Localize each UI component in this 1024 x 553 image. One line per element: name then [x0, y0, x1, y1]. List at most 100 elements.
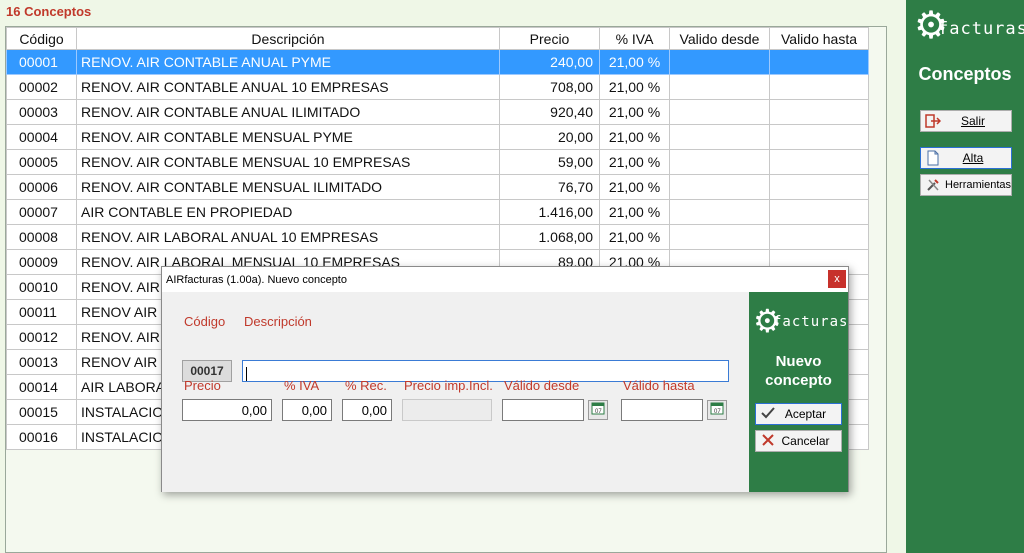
cell-descripcion: RENOV. AIR CONTABLE ANUAL 10 EMPRESAS — [76, 74, 500, 100]
cell-codigo: 00002 — [6, 74, 77, 100]
cell-precio: 240,00 — [499, 49, 600, 75]
logo-text: facturas — [938, 19, 1024, 39]
dialog-close-button[interactable]: x — [828, 270, 846, 288]
table-header-row: Código Descripción Precio % IVA Valido d… — [6, 27, 869, 50]
precio-input[interactable]: 0,00 — [182, 399, 272, 421]
cell-valido-desde — [669, 99, 770, 125]
valido-desde-input[interactable] — [502, 399, 584, 421]
valido-hasta-input[interactable] — [621, 399, 703, 421]
cell-precio: 76,70 — [499, 174, 600, 200]
cell-codigo: 00014 — [6, 374, 77, 400]
cell-valido-desde — [669, 149, 770, 175]
cell-valido-desde — [669, 74, 770, 100]
cancelar-button[interactable]: Cancelar — [755, 430, 842, 452]
cell-codigo: 00007 — [6, 199, 77, 225]
table-row[interactable]: 00007 AIR CONTABLE EN PROPIEDAD 1.416,00 21… — [6, 199, 869, 225]
cell-codigo: 00006 — [6, 174, 77, 200]
check-icon — [760, 406, 776, 423]
cell-codigo: 00009 — [6, 249, 77, 275]
cell-iva: 21,00 % — [599, 49, 670, 75]
column-header-precio[interactable]: Precio — [499, 27, 600, 50]
svg-text:07: 07 — [595, 409, 602, 415]
aceptar-label: Aceptar — [784, 407, 827, 421]
table-row[interactable]: 00004 RENOV. AIR CONTABLE MENSUAL PYME 20,… — [6, 124, 869, 150]
cell-codigo: 00008 — [6, 224, 77, 250]
cell-codigo: 00013 — [6, 349, 77, 375]
cell-valido-hasta — [769, 199, 869, 225]
svg-text:07: 07 — [714, 409, 721, 415]
concepts-count-title: 16 Conceptos — [6, 4, 92, 19]
dialog-logo-text: facturas — [773, 314, 849, 330]
column-header-iva[interactable]: % IVA — [599, 27, 670, 50]
valido-hasta-label: Válido hasta — [623, 378, 695, 393]
cell-descripcion: RENOV. AIR CONTABLE MENSUAL ILIMITADO — [76, 174, 500, 200]
precio-label: Precio — [184, 378, 221, 393]
new-document-icon — [925, 150, 941, 166]
codigo-label: Código — [184, 314, 226, 329]
cell-iva: 21,00 % — [599, 199, 670, 225]
herramientas-button[interactable]: Herramientas — [920, 174, 1012, 196]
precio-incl-label: Precio imp.Incl. — [404, 378, 493, 393]
cell-codigo: 00004 — [6, 124, 77, 150]
cell-codigo: 00005 — [6, 149, 77, 175]
salir-button[interactable]: Salir — [920, 110, 1012, 132]
cell-valido-desde — [669, 174, 770, 200]
dialog-side-title: Nuevo concepto — [749, 352, 848, 390]
column-header-codigo[interactable]: Código — [6, 27, 77, 50]
valido-hasta-calendar-button[interactable]: 07 — [707, 400, 727, 420]
table-row[interactable]: 00001 RENOV. AIR CONTABLE ANUAL PYME 240,0… — [6, 49, 869, 75]
cell-codigo: 00001 — [6, 49, 77, 75]
cell-codigo: 00015 — [6, 399, 77, 425]
cell-iva: 21,00 % — [599, 149, 670, 175]
dialog-side-panel: ⚙ facturas Nuevo concepto Aceptar Cancel… — [749, 292, 848, 492]
descripcion-label: Descripción — [244, 314, 312, 329]
cell-descripcion: RENOV. AIR CONTABLE MENSUAL PYME — [76, 124, 500, 150]
exit-icon — [925, 113, 942, 129]
cell-valido-hasta — [769, 149, 869, 175]
cell-descripcion: RENOV. AIR CONTABLE ANUAL PYME — [76, 49, 500, 75]
table-row[interactable]: 00003 RENOV. AIR CONTABLE ANUAL ILIMITADO… — [6, 99, 869, 125]
dialog-side-title-line2: concepto — [765, 372, 832, 389]
cell-precio: 1.416,00 — [499, 199, 600, 225]
alta-button[interactable]: Alta — [920, 147, 1012, 169]
cell-descripcion: RENOV. AIR CONTABLE ANUAL ILIMITADO — [76, 99, 500, 125]
cell-codigo: 00012 — [6, 324, 77, 350]
dialog-titlebar[interactable]: AIRfacturas (1.00a). Nuevo concepto — [162, 267, 848, 292]
column-header-descripcion[interactable]: Descripción — [76, 27, 500, 50]
table-row[interactable]: 00002 RENOV. AIR CONTABLE ANUAL 10 EMPRES… — [6, 74, 869, 100]
valido-desde-calendar-button[interactable]: 07 — [588, 400, 608, 420]
cell-precio: 920,40 — [499, 99, 600, 125]
calendar-icon: 07 — [591, 401, 605, 420]
alta-label: Alta — [962, 151, 984, 165]
iva-input[interactable]: 0,00 — [282, 399, 332, 421]
column-header-valido-desde[interactable]: Valido desde — [669, 27, 770, 50]
cell-valido-desde — [669, 49, 770, 75]
right-sidebar: ⚙ facturas Conceptos Salir Alta Herramie… — [906, 0, 1024, 553]
table-row[interactable]: 00005 RENOV. AIR CONTABLE MENSUAL 10 EMPR… — [6, 149, 869, 175]
cell-valido-hasta — [769, 224, 869, 250]
cell-precio: 59,00 — [499, 149, 600, 175]
cell-codigo: 00010 — [6, 274, 77, 300]
table-row[interactable]: 00006 RENOV. AIR CONTABLE MENSUAL ILIMITA… — [6, 174, 869, 200]
cancelar-label: Cancelar — [781, 434, 830, 448]
valido-desde-label: Válido desde — [504, 378, 580, 393]
dialog-side-title-line1: Nuevo — [775, 353, 822, 370]
cell-valido-desde — [669, 124, 770, 150]
iva-label: % IVA — [284, 378, 320, 393]
rec-input[interactable]: 0,00 — [342, 399, 392, 421]
cell-iva: 21,00 % — [599, 74, 670, 100]
cell-valido-hasta — [769, 124, 869, 150]
cell-precio: 20,00 — [499, 124, 600, 150]
cell-valido-desde — [669, 199, 770, 225]
aceptar-button[interactable]: Aceptar — [755, 403, 842, 425]
cell-descripcion: AIR CONTABLE EN PROPIEDAD — [76, 199, 500, 225]
cell-descripcion: RENOV. AIR LABORAL ANUAL 10 EMPRESAS — [76, 224, 500, 250]
cell-valido-desde — [669, 224, 770, 250]
app-logo: ⚙ facturas — [914, 6, 1024, 48]
column-header-valido-hasta[interactable]: Valido hasta — [769, 27, 869, 50]
cell-codigo: 00011 — [6, 299, 77, 325]
cell-iva: 21,00 % — [599, 224, 670, 250]
cell-valido-hasta — [769, 99, 869, 125]
dialog-logo: ⚙ facturas — [753, 304, 849, 340]
table-row[interactable]: 00008 RENOV. AIR LABORAL ANUAL 10 EMPRESA… — [6, 224, 869, 250]
